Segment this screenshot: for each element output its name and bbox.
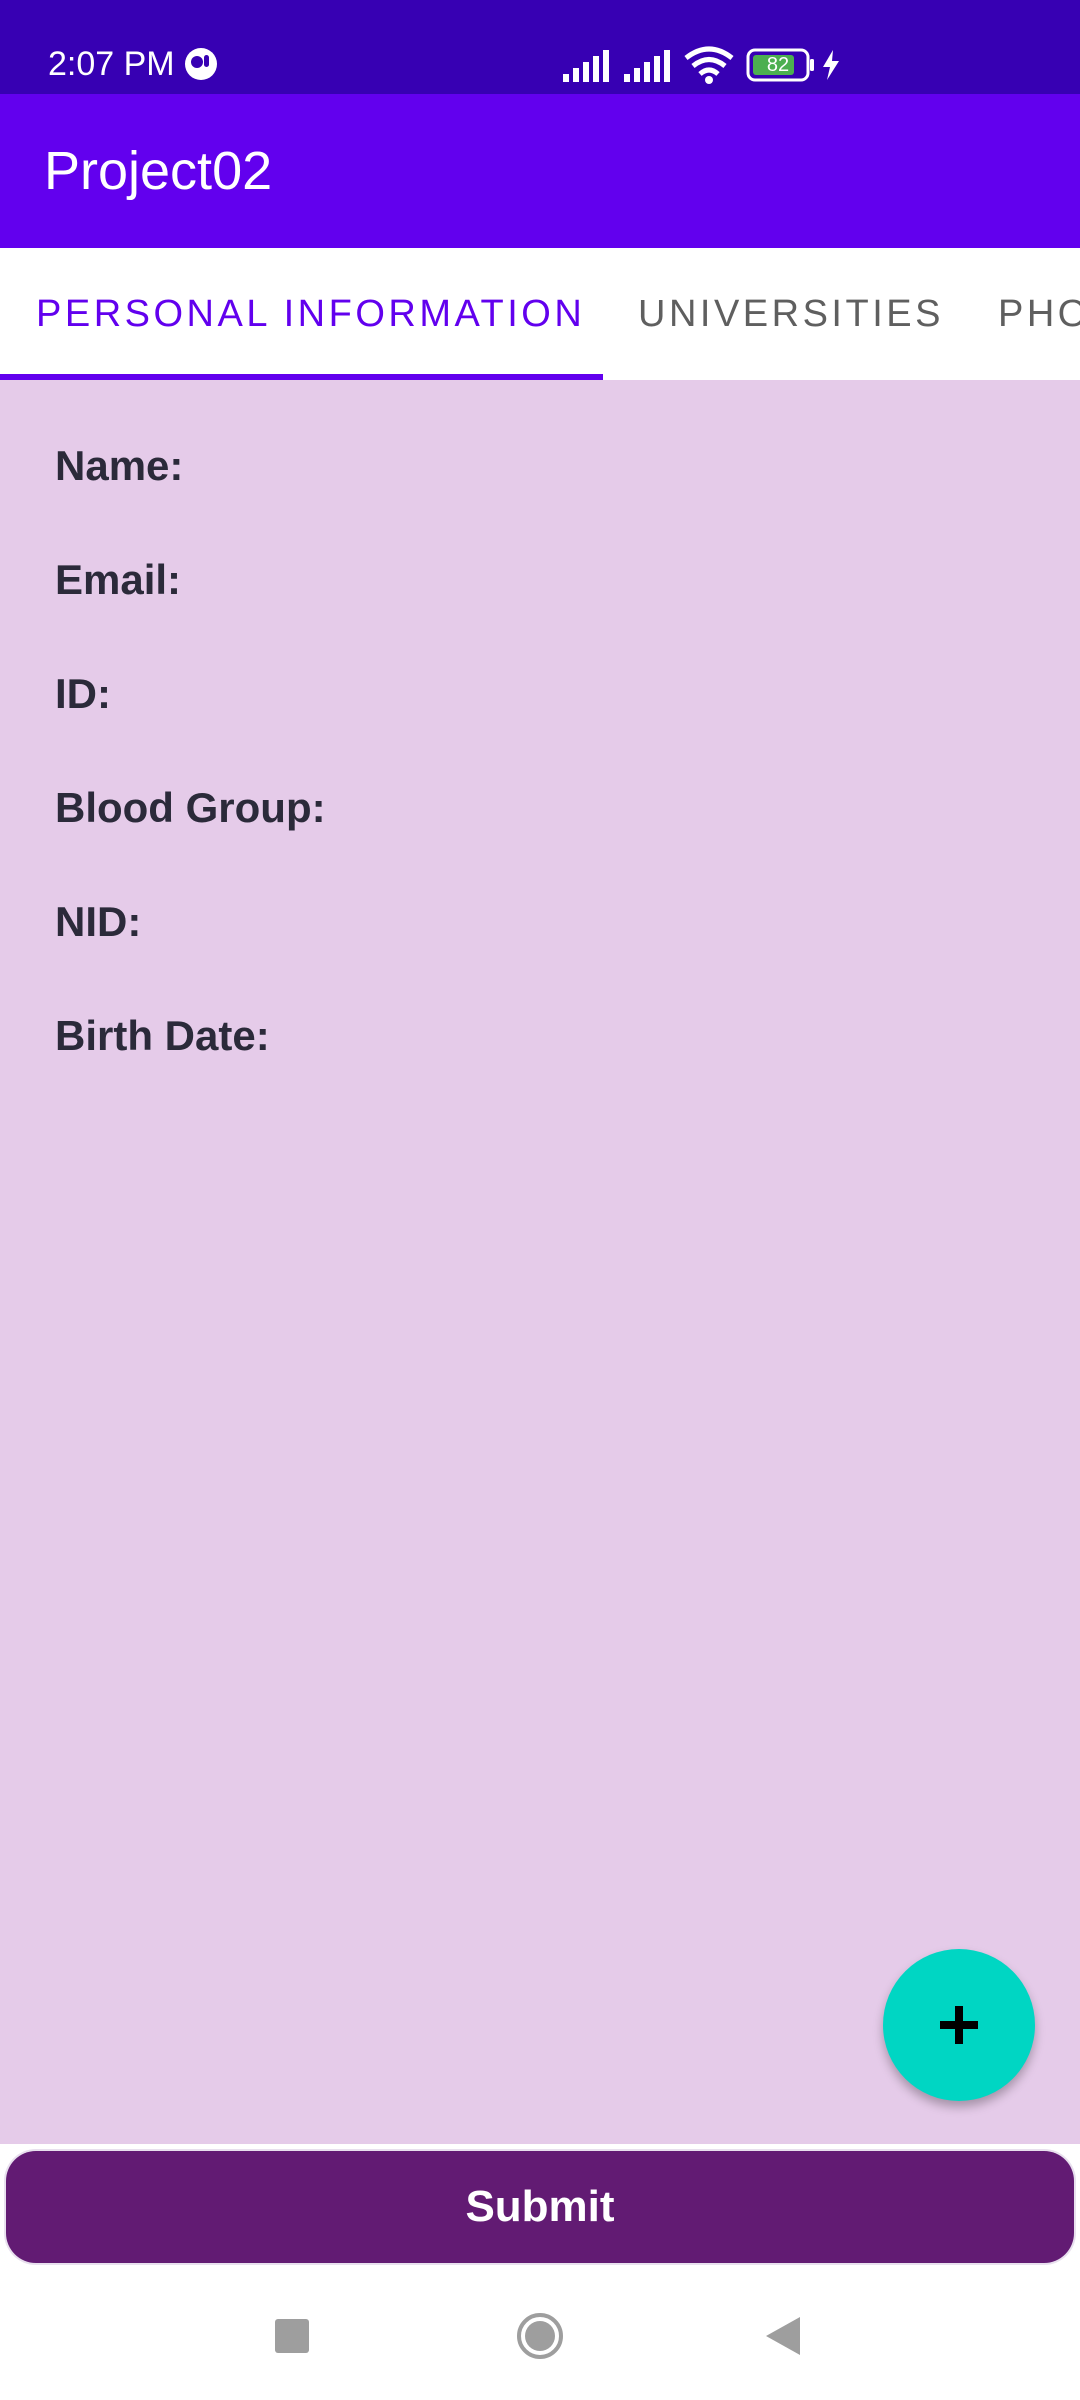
tab-label: PHO (998, 292, 1080, 335)
app-title: Project02 (44, 141, 273, 201)
tab-label: UNIVERSITIES (638, 292, 944, 335)
submit-label: Submit (465, 2182, 615, 2231)
screen: 2:07 PM 82 Project02 PERSONAL INFORMATIO… (0, 0, 1080, 2400)
battery-icon: 82 (746, 48, 816, 82)
plus-icon (940, 2006, 978, 2044)
tab-bar: PERSONAL INFORMATION UNIVERSITIES PHO (0, 248, 1080, 380)
wifi-icon (684, 46, 734, 84)
tab-universities[interactable]: UNIVERSITIES (638, 248, 944, 380)
nid-label: NID: (55, 898, 142, 945)
app-bar: Project02 (0, 94, 1080, 248)
status-bar: 2:07 PM 82 (0, 0, 1080, 94)
submit-button[interactable]: Submit (6, 2151, 1074, 2263)
id-label: ID: (55, 670, 111, 717)
status-time: 2:07 PM (48, 45, 175, 83)
name-label: Name: (55, 442, 184, 489)
tab-personal-information[interactable]: PERSONAL INFORMATION (36, 248, 585, 380)
back-icon[interactable] (766, 2317, 800, 2355)
notification-icon (185, 48, 217, 80)
recents-icon[interactable] (275, 2319, 309, 2353)
personal-information-panel: Name: Email: ID: Blood Group: NID: Birth… (0, 380, 1080, 2144)
birth-date-label: Birth Date: (55, 1012, 270, 1059)
home-icon[interactable] (516, 2312, 564, 2360)
email-label: Email: (55, 556, 182, 603)
blood-group-label: Blood Group: (55, 784, 326, 831)
signal-icon (624, 50, 670, 82)
battery-level: 82 (766, 54, 790, 76)
add-button[interactable] (883, 1949, 1035, 2101)
signal-icon (563, 50, 609, 82)
tab-label: PERSONAL INFORMATION (36, 292, 586, 335)
navigation-bar (0, 2270, 1080, 2400)
bottom-area: Submit (0, 2144, 1080, 2270)
charging-icon (823, 50, 839, 80)
tab-phone[interactable]: PHO (998, 248, 1080, 380)
